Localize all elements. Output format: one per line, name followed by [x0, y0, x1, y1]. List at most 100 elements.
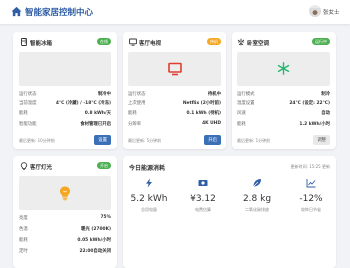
- tv-preview: [128, 52, 221, 86]
- energy-label: 电费估算: [195, 207, 211, 212]
- fridge-title: 智能冰箱: [30, 41, 53, 47]
- light-title: 客厅灯光: [30, 165, 53, 171]
- ac-icon: [237, 38, 245, 46]
- energy-item-co2: 2.8 kg 二氧化碳排放: [231, 178, 283, 213]
- light-card: 客厅灯光 开启 亮度 75% 色温 暖光 (2700K) 能耗 0.05 kWh/小时…: [13, 156, 117, 268]
- info-row: 分辨率 4K UHD: [128, 121, 221, 129]
- tv-screen-icon: [168, 62, 182, 76]
- info-row: 当前温度 4°C (冷藏) / -18°C (冷冻): [19, 100, 111, 108]
- row-label: 能耗: [19, 238, 28, 243]
- info-row: 能耗 0.1 kWh (待机): [128, 110, 221, 118]
- light-icon: [20, 162, 28, 170]
- energy-card: 今日能源消耗 更新时间: 15:25 更新 5.2 kWh 总用电量 ¥3.12…: [123, 156, 336, 268]
- energy-title: 今日能源消耗: [129, 165, 166, 172]
- row-value: 待机中: [207, 92, 221, 97]
- snowflake-icon: [277, 62, 290, 75]
- row-value: 22:00自动关闭: [79, 249, 111, 254]
- light-preview: [19, 176, 111, 210]
- row-label: 色温: [19, 227, 28, 232]
- top-bar: 智能家居控制中心 张女士: [0, 0, 350, 24]
- tv-card: 客厅电视 待机 运行状态 待机中 上次使用 Netflix (2小时前) 能耗 0.1…: [123, 32, 226, 149]
- row-label: 能耗: [19, 111, 28, 116]
- last-updated: 最后更新: 5分钟前: [128, 138, 162, 143]
- info-row: 能耗 0.05 kWh/小时: [19, 237, 111, 245]
- row-value: 4K UHD: [202, 121, 221, 126]
- row-value: 4°C (冷藏) / -18°C (冷冻): [55, 101, 111, 106]
- row-label: 能耗: [237, 122, 246, 127]
- turn-on-button[interactable]: 开启: [204, 135, 221, 145]
- row-value: 暖光 (2700K): [81, 227, 111, 232]
- info-row: 运行模式 制冷: [237, 91, 330, 99]
- row-label: 运行模式: [237, 92, 255, 97]
- row-value: 0.8 kWh/天: [84, 111, 111, 116]
- ac-preview: [237, 52, 330, 86]
- money-icon: [198, 180, 208, 186]
- row-value: 自动: [321, 111, 330, 116]
- info-row: 能耗 0.8 kWh/天: [19, 110, 111, 118]
- fridge-card: 智能冰箱 在线 运行状态 制冷中 当前温度 4°C (冷藏) / -18°C (冷冻…: [13, 32, 117, 149]
- energy-updated: 更新时间: 15:25 更新: [290, 164, 330, 169]
- leaf-icon: [253, 179, 261, 187]
- row-value: 0.05 kWh/小时: [77, 238, 111, 243]
- energy-label: 二氧化碳排放: [245, 207, 269, 212]
- row-value: 食材管理已开启: [80, 122, 111, 127]
- info-row: 运行状态 制冷中: [19, 91, 111, 99]
- user-avatar-icon: [309, 8, 321, 17]
- adjust-button[interactable]: 调整: [313, 135, 330, 145]
- info-row: 智能功能 食材管理已开启: [19, 121, 111, 129]
- info-row: 风速 自动: [237, 110, 330, 118]
- energy-value: 5.2 kWh: [130, 194, 168, 204]
- row-value: 制冷中: [97, 92, 111, 97]
- energy-value: 2.8 kg: [242, 194, 272, 204]
- row-label: 智能功能: [19, 122, 37, 127]
- status-badge: 在线: [97, 38, 111, 45]
- info-row: 能耗 1.2 kWh/小时: [237, 121, 330, 129]
- status-badge: 开启: [97, 162, 111, 169]
- info-row: 亮度 75%: [19, 215, 111, 223]
- user-name: 张女士: [323, 10, 340, 16]
- fridge-preview: [19, 52, 111, 86]
- row-label: 定时: [19, 249, 28, 254]
- row-label: 运行状态: [19, 92, 37, 97]
- app-title: 智能家居控制中心: [25, 8, 94, 18]
- row-label: 风速: [237, 111, 246, 116]
- row-label: 亮度: [19, 216, 28, 221]
- chart-icon: [306, 179, 316, 188]
- energy-label: 总用电量: [141, 207, 157, 212]
- settings-button[interactable]: 设置: [94, 135, 111, 145]
- row-value: Netflix (2小时前): [182, 101, 221, 106]
- row-value: 24°C (设定: 22°C): [289, 101, 330, 106]
- row-value: 制冷: [321, 92, 330, 97]
- ac-title: 卧室空调: [247, 41, 270, 47]
- info-row: 上次使用 Netflix (2小时前): [128, 100, 221, 108]
- fridge-icon: [21, 38, 27, 46]
- energy-label: 较昨日节省: [301, 207, 321, 212]
- row-label: 运行状态: [128, 92, 146, 97]
- info-row: 温度设置 24°C (设定: 22°C): [237, 100, 330, 108]
- status-badge: 运行中: [312, 38, 330, 45]
- info-row: 运行状态 待机中: [128, 91, 221, 99]
- row-label: 温度设置: [237, 101, 255, 106]
- status-badge: 待机: [207, 38, 221, 45]
- info-row: 定时 22:00自动关闭: [19, 248, 111, 256]
- info-row: 色温 暖光 (2700K): [19, 226, 111, 234]
- home-icon[interactable]: [11, 6, 22, 17]
- bulb-icon: [60, 186, 70, 201]
- bolt-icon: [146, 178, 152, 188]
- last-updated: 最后更新: 1分钟前: [237, 138, 271, 143]
- energy-value: -12%: [299, 194, 323, 204]
- last-updated: 最后更新: 10分钟前: [19, 138, 55, 143]
- row-label: 上次使用: [128, 101, 146, 106]
- row-value: 0.1 kWh (待机): [186, 111, 221, 116]
- row-value: 1.2 kWh/小时: [299, 122, 330, 127]
- row-value: 75%: [100, 215, 111, 220]
- avatar[interactable]: [309, 5, 321, 17]
- tv-title: 客厅电视: [139, 41, 162, 47]
- energy-item-total: 5.2 kWh 总用电量: [123, 178, 175, 213]
- energy-value: ¥3.12: [190, 194, 216, 204]
- row-label: 当前温度: [19, 101, 37, 106]
- ac-card: 卧室空调 运行中 运行模式 制冷 温度设置 24°C (设定: 22°C) 风速 自动…: [232, 32, 336, 149]
- energy-item-cost: ¥3.12 电费估算: [177, 178, 229, 213]
- energy-item-savings: -12% 较昨日节省: [285, 178, 337, 213]
- row-label: 能耗: [128, 111, 137, 116]
